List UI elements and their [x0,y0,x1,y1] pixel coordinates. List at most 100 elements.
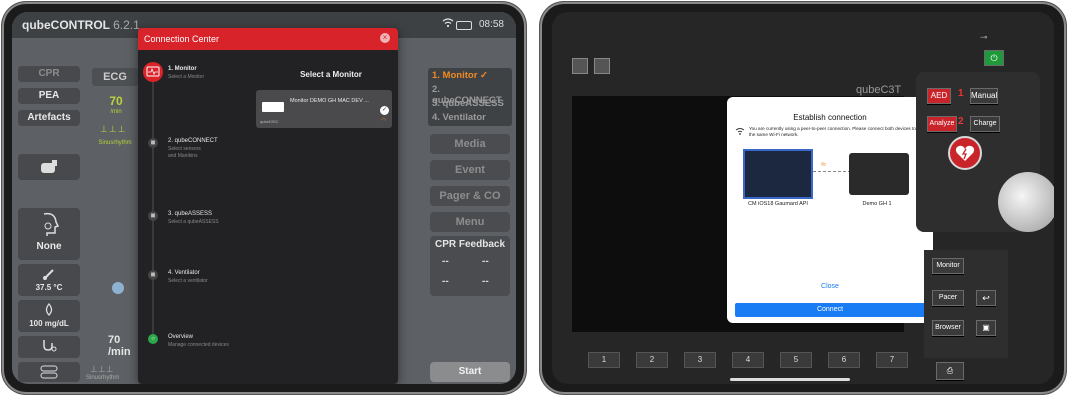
selection-knob[interactable] [998,172,1054,232]
wifi-icon [735,127,747,137]
workflow-steps-panel: 1. Monitor ✓ 2. qubeCONNECT 3. qubeASSES… [428,68,512,126]
return-button[interactable]: ↩ [976,290,996,306]
ecg-trace2-icon: ⊥⊥⊥ [90,364,114,374]
airway-value: None [36,241,62,252]
defib-icon-button[interactable] [18,154,80,180]
softkey-7[interactable]: 7 [876,352,908,368]
status-time: 08:58 [478,19,504,30]
step-qubeassess[interactable]: 3. qubeASSESS [432,98,504,109]
right-tablet-frame: qubeC3T Establish connection You are cur… [540,2,1066,394]
toggle-icon [40,365,58,379]
connection-center-modal: Connection Center × 1. Monitor Select a … [138,28,398,384]
peer-signal-icon: ≈ [821,159,826,169]
rhythm2-label: Sinusrhythm [86,375,120,381]
close-icon[interactable]: × [380,33,390,43]
glucose-button[interactable]: 100 mg/dL [18,300,80,332]
step-1-title[interactable]: 1. Monitor [168,66,197,72]
step-5-sub: Manage connected devices [168,342,229,348]
step-monitor[interactable]: 1. Monitor ✓ [432,70,488,81]
pea-button[interactable]: PEA [18,88,80,104]
menu-button[interactable]: Menu [430,212,510,232]
cpr-value: -- [442,256,449,267]
step-4-sub: Select a ventilator [168,278,208,284]
monitor-icon [146,66,160,77]
pager-co-button[interactable]: Pager & CO [430,186,510,206]
step-4-title[interactable]: 4. Ventilator [168,270,200,276]
power-button[interactable]: ⏻ [984,50,1004,66]
browser-button[interactable]: Browser [932,320,964,336]
mute-icon[interactable] [594,58,610,74]
home-indicator[interactable] [730,378,850,381]
settings-toggle-button[interactable] [18,362,80,382]
artefacts-button[interactable]: Artefacts [18,110,80,126]
modal-header: Connection Center × [138,28,398,50]
device-thumbnail [262,102,284,112]
app-version: 6.2.1 [113,18,140,32]
softkey-2[interactable]: 2 [636,352,668,368]
qubec3t-screen: qubeC3T Establish connection You are cur… [552,12,1054,384]
softkey-4[interactable]: 4 [732,352,764,368]
softkey-3[interactable]: 3 [684,352,716,368]
checkmark-icon: ✓ [380,106,389,115]
step-1-number: 1 [958,88,964,99]
brand-label: qubeC3T [856,84,902,96]
media-button[interactable]: Media [430,134,510,154]
hr2-unit: /min [108,346,131,358]
ecg-tab[interactable]: ECG [92,68,138,86]
defibrillator-icon [41,160,57,173]
device-b-image [849,153,909,195]
device-b-label: Demo GH 1 [862,201,892,207]
start-button[interactable]: Start [430,362,510,382]
softkey-1[interactable]: 1 [588,352,620,368]
connection-line [813,171,851,172]
qubeassess-step-icon: ◼ [148,211,158,221]
steps-timeline [152,64,154,334]
analyze-button[interactable]: Analyze [927,116,957,132]
device-a-image [743,149,813,199]
bell-icon[interactable] [572,58,588,74]
glucose-drop-icon [45,302,53,316]
monitor-button[interactable]: Monitor [932,258,964,274]
pacer-button[interactable]: Pacer [932,290,964,306]
softkey-5[interactable]: 5 [780,352,812,368]
step-2-title[interactable]: 2. qubeCONNECT [168,138,218,144]
connect-button[interactable]: Connect [735,303,925,317]
cpr-value: -- [482,256,489,267]
modal-title: Connection Center [144,34,220,44]
dialog-message: You are currently using a peer-to-peer c… [749,126,916,137]
charge-button[interactable]: Charge [970,116,1000,132]
temperature-button[interactable]: 37.5 °C [18,264,80,296]
dialog-title: Establish connection [793,113,867,122]
qubecontrol-screen: qubeCONTROL 6.2.1 08:58 CPR PEA Artefact… [12,12,516,384]
head-airway-icon [43,212,60,236]
stethoscope-button[interactable] [18,336,80,358]
establish-connection-dialog: Establish connection You are currently u… [727,97,933,323]
wifi-signal-icon: ◠ [381,118,387,124]
wifi-icon [442,18,454,31]
step-5-title[interactable]: Overview [168,334,193,340]
aed-button[interactable]: AED [927,88,951,104]
qubeconnect-step-icon: ◼ [148,138,158,148]
softkey-6[interactable]: 6 [828,352,860,368]
step-3-sub: Select a qubeASSESS [168,219,219,225]
print-button[interactable]: ⎙ [936,362,964,380]
overview-step-icon: ○ [148,334,158,344]
cpr-button[interactable]: CPR [18,66,80,82]
monitor-device-card[interactable]: qubeDISC Monitor DEMO GH MAC DEV ... ✓ ◠ [256,90,392,128]
step-ventilator[interactable]: 4. Ventilator [432,112,486,123]
left-tablet-frame: qubeCONTROL 6.2.1 08:58 CPR PEA Artefact… [2,2,526,394]
status-dot [112,282,124,294]
device-name: Monitor DEMO GH MAC DEV ... [290,98,369,104]
step-1-sub: Select a Monitor [168,74,205,80]
event-button[interactable]: Event [430,160,510,180]
step-3-title[interactable]: 3. qubeASSESS [168,211,212,217]
airway-button[interactable]: None [18,208,80,260]
stethoscope-icon [43,340,57,352]
printer-icon[interactable]: ▣ [976,320,996,336]
shock-heart-icon [955,145,975,161]
manual-button[interactable]: Manual [970,88,998,104]
device-logo: qubeDISC [260,119,279,124]
close-button[interactable]: Close [727,283,933,290]
hr-unit: /min [110,109,122,115]
shock-button[interactable] [948,136,982,170]
